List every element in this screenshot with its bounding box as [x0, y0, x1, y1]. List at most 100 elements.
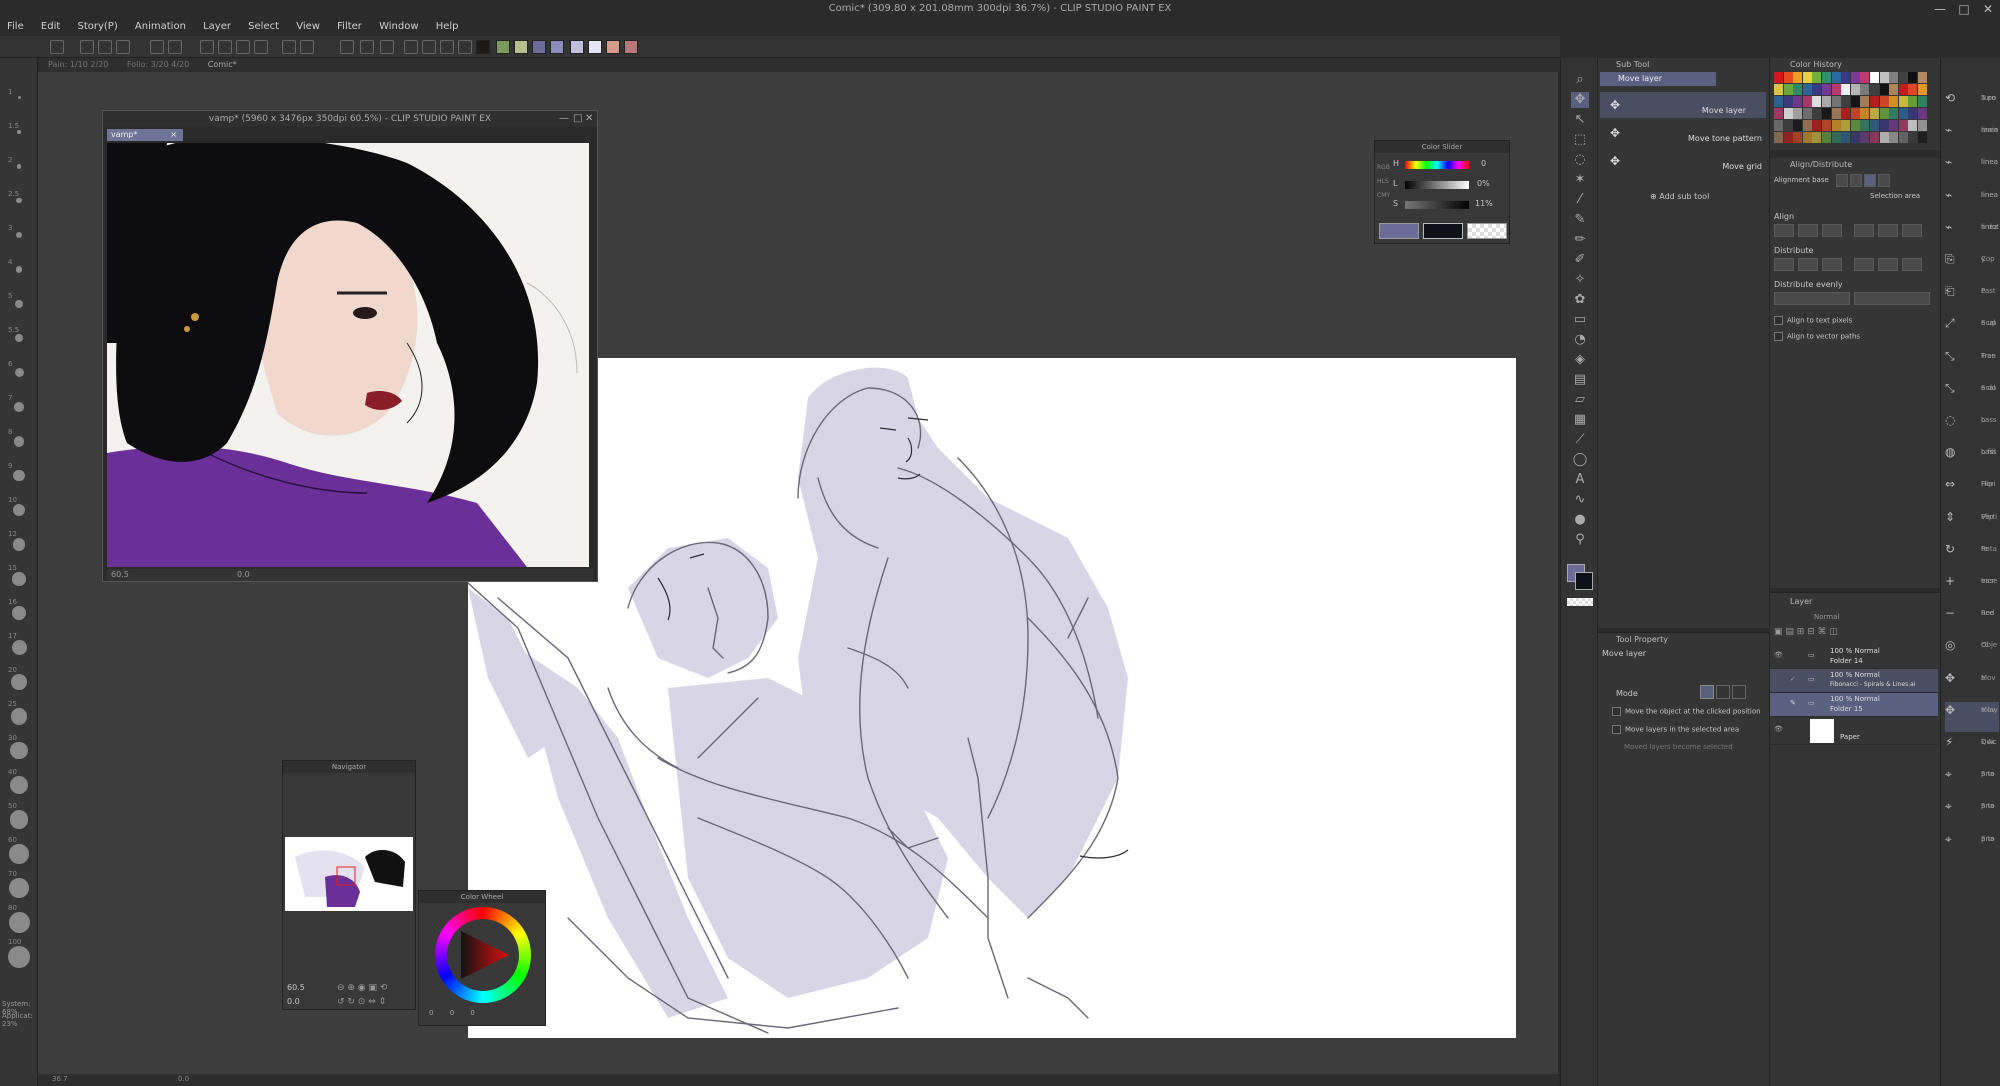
layer-icon[interactable]: [422, 40, 436, 54]
brush-size-option[interactable]: [9, 810, 29, 829]
navigator-rotate-controls[interactable]: ↺ ↻ ⊙ ⇔ ⇕: [337, 997, 407, 1007]
history-color-swatch[interactable]: [1793, 120, 1803, 131]
vamp-maximize-button[interactable]: □: [573, 113, 582, 124]
tab-folio[interactable]: Folio: 3/20 4/20: [119, 58, 197, 72]
quick-access-item[interactable]: − Red uce: [1945, 605, 1999, 635]
fill-icon[interactable]: ◈: [1571, 352, 1589, 368]
menu-file[interactable]: File: [0, 18, 31, 36]
history-color-swatch[interactable]: [1870, 132, 1879, 143]
layer-row[interactable]: ✎ ▭ 100 % Normal Folder 15: [1770, 693, 1938, 717]
option-layers-selected[interactable]: Moved layers become selected: [1624, 743, 1733, 751]
history-color-swatch[interactable]: [1783, 132, 1793, 143]
option-align-vector-paths[interactable]: Align to vector paths: [1774, 332, 1860, 341]
brush-size-option[interactable]: [11, 674, 27, 690]
gradient-icon[interactable]: ▤: [1571, 372, 1589, 388]
color-swatch-9[interactable]: [624, 40, 638, 54]
navigator-zoom[interactable]: 60.5: [287, 983, 305, 992]
mode-button-1[interactable]: [1700, 685, 1714, 699]
figure-icon[interactable]: ▱: [1571, 392, 1589, 408]
menu-help[interactable]: Help: [429, 18, 466, 36]
history-color-swatch[interactable]: [1812, 96, 1822, 107]
history-color-swatch[interactable]: [1783, 120, 1793, 131]
history-color-swatch[interactable]: [1870, 108, 1879, 119]
quick-access-item[interactable]: ⚡ Quic k Ac: [1945, 734, 1999, 764]
layer-toolbar[interactable]: ▣ ▤ ⊞ ⊟ ⌘ ◫: [1774, 627, 1934, 639]
history-color-swatch[interactable]: [1879, 84, 1889, 95]
history-color-swatch[interactable]: [1889, 72, 1899, 83]
history-color-swatch[interactable]: [1870, 72, 1879, 83]
option-move-object[interactable]: Move the object at the clicked position: [1612, 707, 1761, 716]
airbrush-icon[interactable]: ✧: [1571, 272, 1589, 288]
transform-icon[interactable]: [282, 40, 296, 54]
history-color-swatch[interactable]: [1812, 120, 1822, 131]
history-color-swatch[interactable]: [1898, 84, 1908, 95]
history-color-swatch[interactable]: [1860, 72, 1870, 83]
history-color-swatch[interactable]: [1831, 72, 1841, 83]
sub-color-swatch[interactable]: [1423, 223, 1463, 239]
ruler-icon[interactable]: ⟋: [1571, 432, 1589, 448]
history-color-swatch[interactable]: [1774, 72, 1783, 83]
vamp-document-window[interactable]: vamp* (5960 x 3476px 350dpi 60.5%) - CLI…: [102, 110, 598, 582]
layer-row[interactable]: ✓ ▭ 100 % Normal Fibonacci - Spirals & L…: [1770, 669, 1938, 693]
selection-tool-icon[interactable]: ⬚: [1571, 132, 1589, 148]
object-icon[interactable]: ●: [1571, 512, 1589, 528]
vamp-tab-close-icon[interactable]: ×: [170, 129, 177, 141]
snap-ruler-icon[interactable]: [340, 40, 354, 54]
history-color-swatch[interactable]: [1812, 72, 1822, 83]
align-buttons[interactable]: [1774, 224, 1934, 238]
liquify-icon[interactable]: ⚲: [1571, 532, 1589, 548]
transparent-indicator[interactable]: [1567, 598, 1593, 606]
brush-size-option[interactable]: [8, 912, 30, 933]
history-color-swatch[interactable]: [1793, 72, 1803, 83]
mode-button-2[interactable]: [1716, 685, 1730, 699]
history-color-swatch[interactable]: [1898, 120, 1908, 131]
history-color-swatch[interactable]: [1908, 108, 1918, 119]
history-color-swatch[interactable]: [1898, 108, 1908, 119]
quick-access-item[interactable]: ⌁ linea linea: [1945, 187, 1999, 217]
history-color-swatch[interactable]: [1822, 96, 1831, 107]
brush-size-option[interactable]: [11, 640, 27, 655]
color-history-tab[interactable]: Color History: [1790, 60, 1842, 69]
snap-grid-icon[interactable]: [360, 40, 374, 54]
brush-size-option[interactable]: [13, 436, 25, 447]
quick-access-item[interactable]: ⎘ Cop y: [1945, 251, 1999, 281]
history-color-swatch[interactable]: [1850, 108, 1860, 119]
eyedropper-icon[interactable]: ⁄: [1571, 192, 1589, 208]
saturation-slider[interactable]: [1405, 201, 1469, 209]
paste-icon[interactable]: [254, 40, 268, 54]
history-color-swatch[interactable]: [1841, 120, 1851, 131]
history-color-swatch[interactable]: [1870, 120, 1879, 131]
history-color-swatch[interactable]: [1860, 96, 1870, 107]
saturation-triangle[interactable]: [453, 925, 513, 985]
brush-tool-icon[interactable]: ✐: [1571, 252, 1589, 268]
brush-size-option[interactable]: [13, 470, 25, 482]
eraser-icon[interactable]: ▭: [1571, 312, 1589, 328]
quick-access-item[interactable]: ⤡ Free Tran: [1945, 348, 1999, 378]
brush-size-option[interactable]: [15, 300, 23, 308]
quick-access-item[interactable]: ◎ Obje ct: [1945, 637, 1999, 667]
subtool-group[interactable]: Move layer: [1600, 72, 1716, 86]
history-color-swatch[interactable]: [1802, 132, 1812, 143]
vamp-minimize-button[interactable]: —: [559, 113, 569, 124]
history-color-swatch[interactable]: [1793, 84, 1803, 95]
color-swatch-6[interactable]: [570, 40, 584, 54]
main-color-swatch[interactable]: [1379, 223, 1419, 239]
quick-access-item[interactable]: ⇔ Flip Hori: [1945, 476, 1999, 506]
history-color-swatch[interactable]: [1783, 84, 1793, 95]
quick-access-item[interactable]: ↻ Rota te: [1945, 541, 1999, 571]
color-swatch-7[interactable]: [588, 40, 602, 54]
layer-tab[interactable]: Layer: [1790, 597, 1812, 606]
eye-icon[interactable]: 👁: [1774, 725, 1783, 733]
brush-size-option[interactable]: [8, 946, 30, 968]
lightness-slider[interactable]: [1405, 181, 1469, 189]
vamp-zoom-value[interactable]: 60.5: [111, 570, 129, 579]
history-color-swatch[interactable]: [1889, 84, 1899, 95]
history-color-swatch[interactable]: [1822, 72, 1831, 83]
distribute-buttons[interactable]: [1774, 258, 1934, 272]
brush-size-option[interactable]: [12, 538, 26, 551]
slider-tab-hls[interactable]: HLS: [1377, 175, 1389, 189]
history-color-swatch[interactable]: [1850, 84, 1860, 95]
history-color-swatch[interactable]: [1918, 120, 1927, 131]
history-color-swatch[interactable]: [1822, 120, 1831, 131]
history-color-swatch[interactable]: [1860, 120, 1870, 131]
